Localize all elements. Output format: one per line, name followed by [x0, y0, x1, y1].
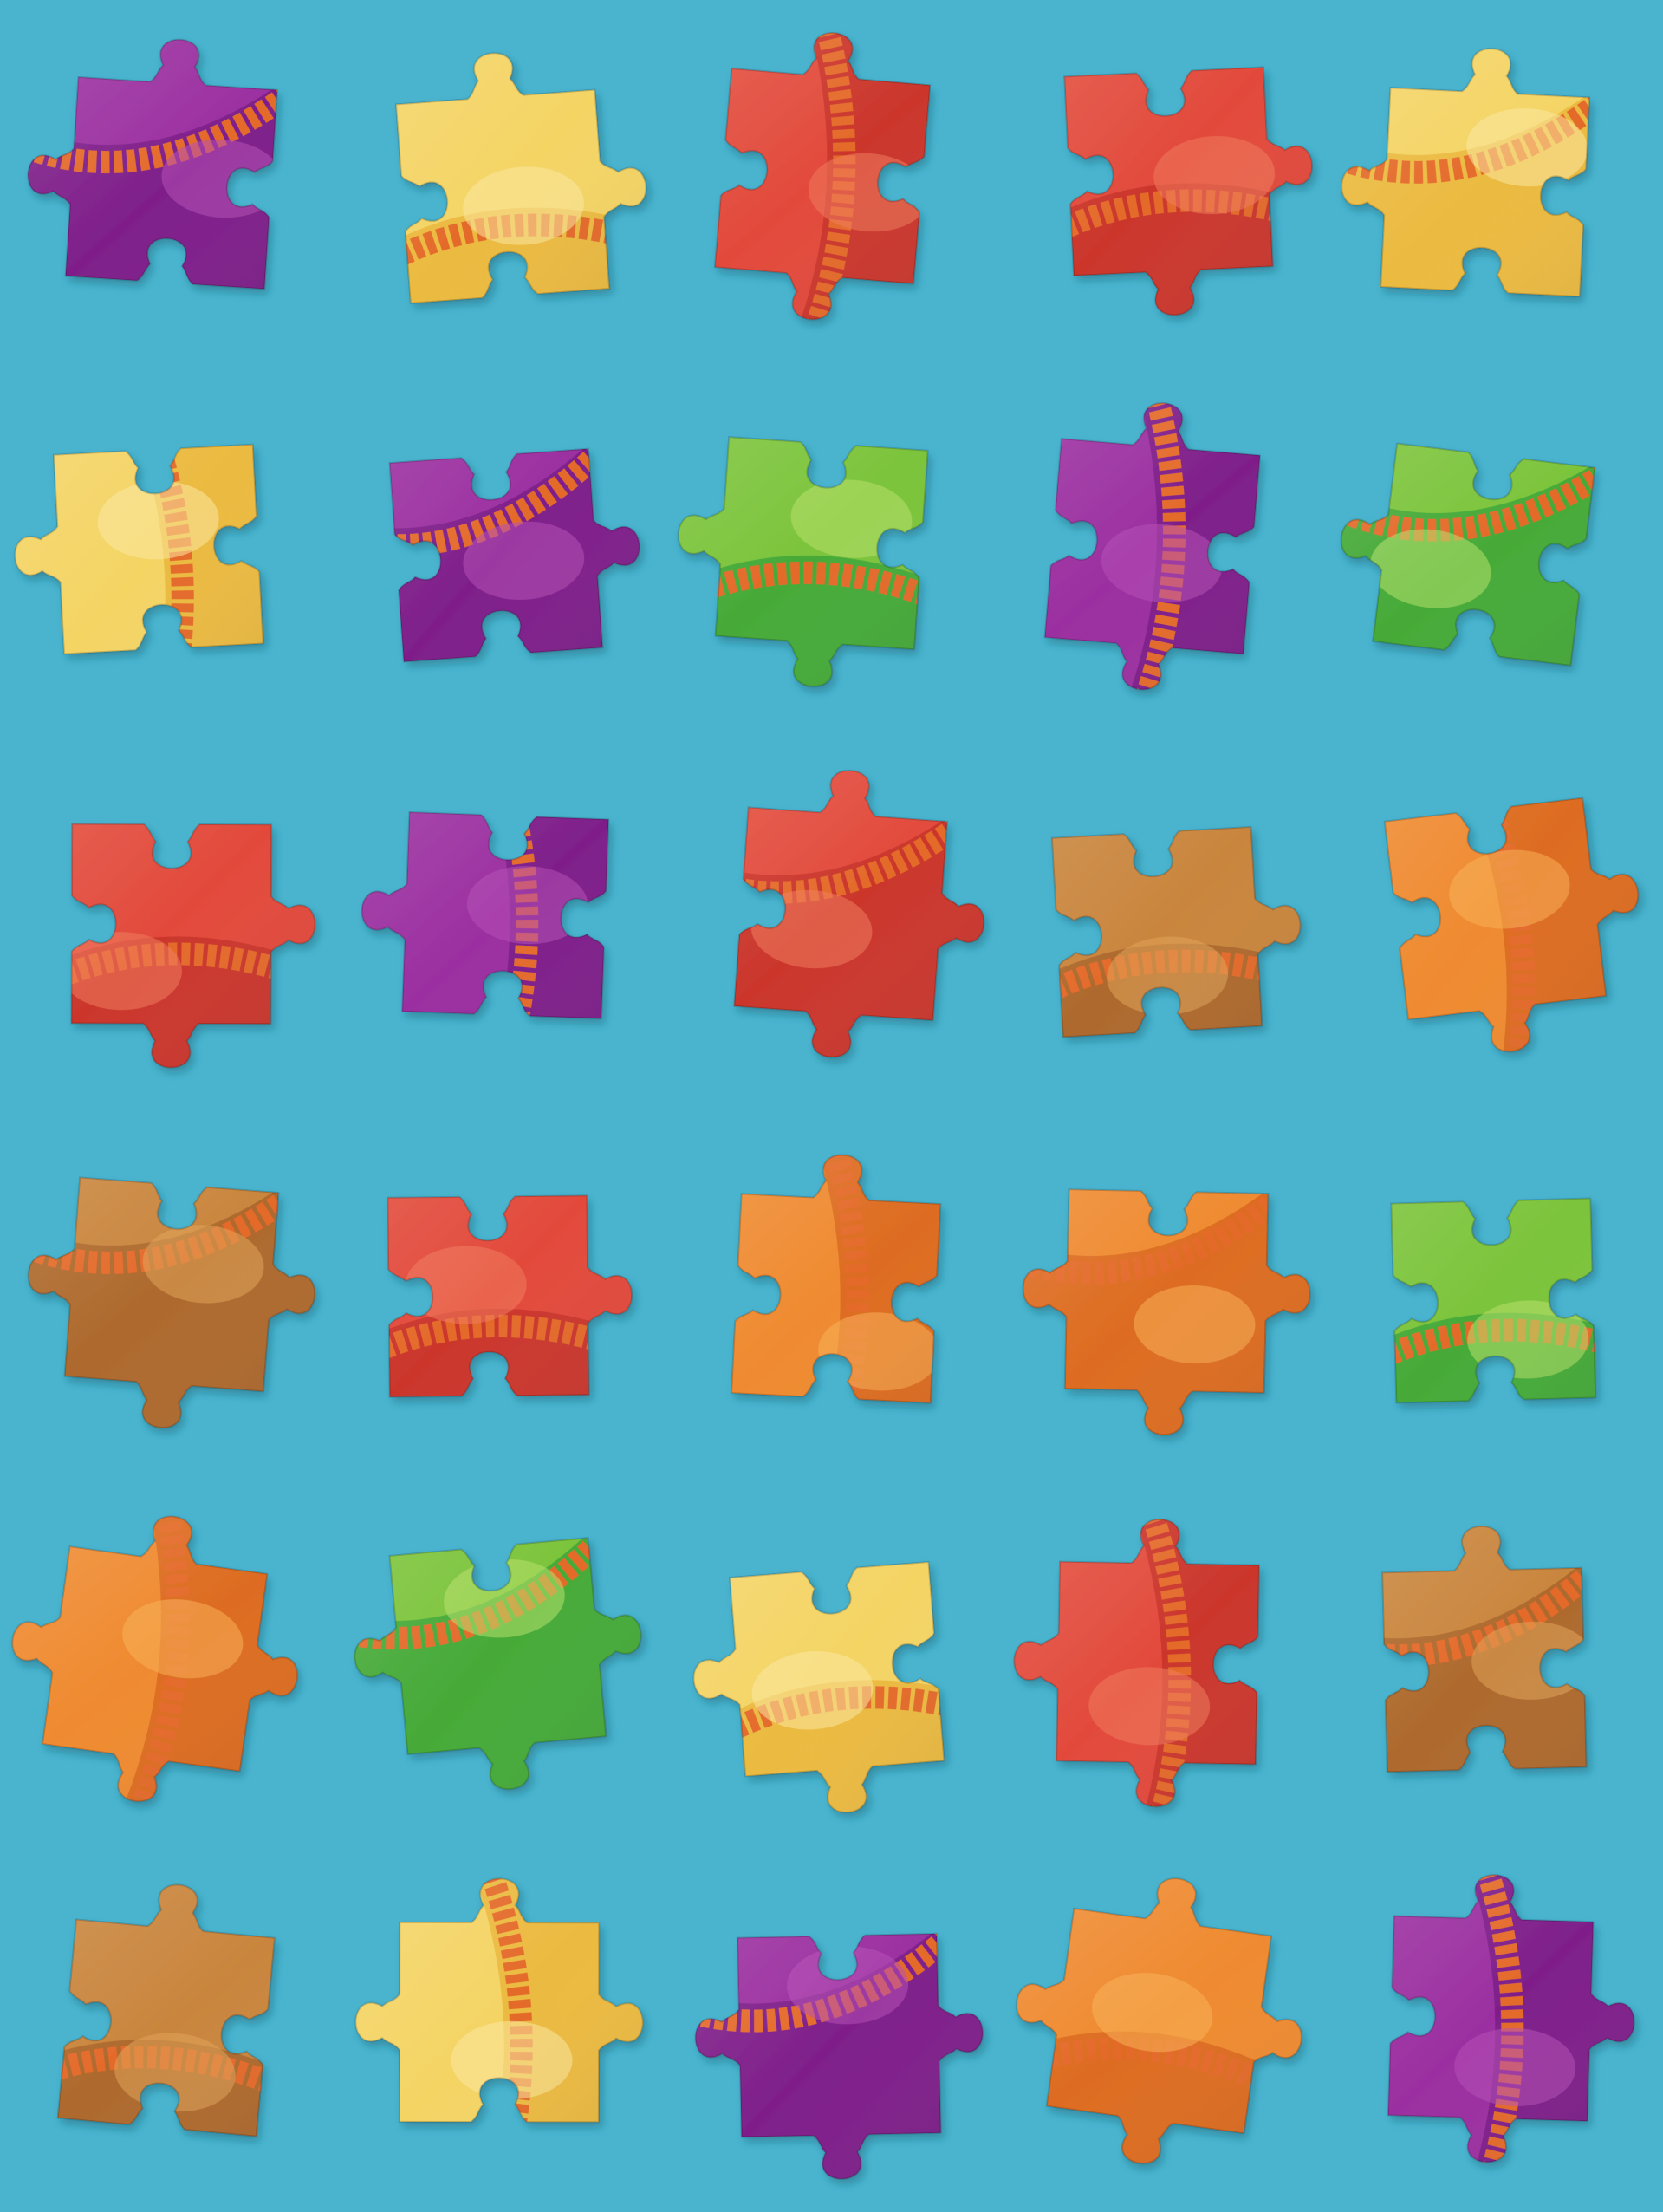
puzzle-pieces-photo — [0, 0, 1663, 2212]
blue-background — [0, 0, 1663, 2212]
